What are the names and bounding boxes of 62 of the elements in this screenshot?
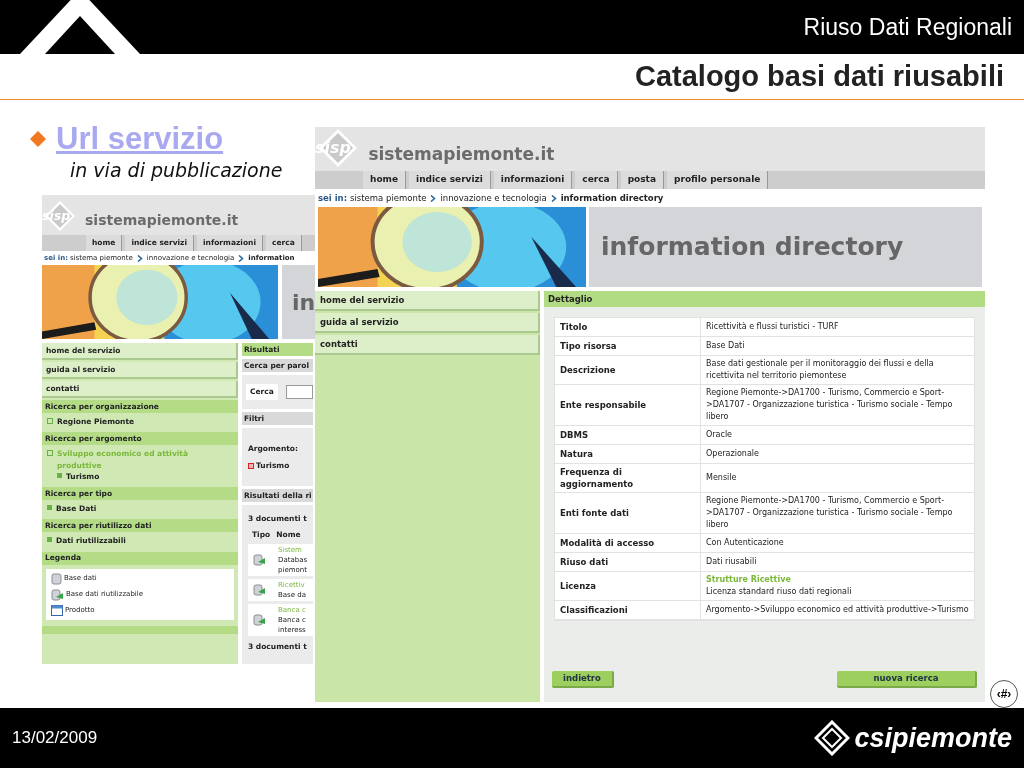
bullet-icon	[47, 505, 52, 510]
window-icon	[51, 604, 63, 616]
menu-item[interactable]: home del servizio	[315, 291, 540, 311]
row-value: Regione Piemonte->DA1700 - Turismo, Commercio e Sport->DA1707 - Organizzazione turistica - Turismo sociale - Tempo libero	[706, 387, 954, 423]
row-value: Operazionale	[706, 448, 760, 460]
chevron-icon	[430, 194, 437, 202]
footer-logo-text: csipiemonte	[854, 721, 1012, 755]
nav-button[interactable]: indietro	[552, 671, 614, 688]
row-label: Enti fonte dati	[555, 493, 701, 533]
row-value: Oracle	[706, 429, 734, 441]
breadcrumb-link[interactable]: innovazione e tecnologia	[440, 191, 547, 205]
chevron-icon	[550, 194, 557, 202]
chevron-icon	[238, 254, 245, 262]
nav-tab[interactable]: cerca	[575, 171, 618, 189]
banner-title: in	[292, 288, 315, 317]
header-title: Riuso Dati Regionali	[803, 12, 1012, 42]
menu-item[interactable]: contatti	[315, 335, 540, 355]
menu-item[interactable]: guida al servizio	[315, 313, 540, 333]
row-value: Base Dati	[706, 340, 746, 352]
nav-tab[interactable]: profilo personale	[667, 171, 769, 189]
row-value: Ricettività e flussi turistici - TURF	[706, 321, 840, 333]
remove-icon[interactable]	[248, 462, 254, 469]
row-value: Licenza standard riuso dati regionali	[706, 586, 853, 598]
bullet-icon	[47, 537, 52, 543]
row-label: Frequenza di aggiornamento	[555, 464, 701, 492]
row-value: Mensile	[706, 472, 738, 484]
slide-title: Catalogo basi dati riusabili	[635, 58, 1004, 94]
row-value: Con Autenticazione	[706, 537, 785, 549]
row-value: Base dati gestionale per il monitoraggio dei flussi e della ricettivita nel territorio piemontese	[706, 358, 935, 382]
row-label: DBMS	[555, 426, 701, 444]
row-label: Titolo	[555, 318, 701, 336]
site-name: sistemapiemonte.it	[368, 142, 555, 166]
footer-date: 13/02/2009	[12, 727, 98, 750]
breadcrumb-label: sei in:	[318, 191, 348, 205]
search-field[interactable]	[285, 385, 313, 399]
nav-tab[interactable]: informazioni	[493, 171, 573, 189]
diamond-logo-icon	[814, 720, 851, 756]
database-icon	[51, 572, 62, 585]
site-name: sistemapiemonte.it	[85, 211, 239, 230]
row-label: Natura	[555, 445, 701, 463]
row-label: Tipo risorsa	[555, 337, 701, 355]
nav-tab[interactable]: home	[363, 171, 407, 189]
nav-button[interactable]: nuova ricerca	[837, 671, 977, 688]
row-value: Dati riusabili	[706, 556, 758, 568]
row-label: Classificazioni	[555, 601, 701, 619]
row-label: Licenza	[555, 572, 701, 600]
row-label: Riuso dati	[555, 553, 701, 571]
breadcrumb-link[interactable]: sistema piemonte	[350, 191, 427, 205]
nav-tab[interactable]: indice servizi	[409, 171, 491, 189]
bullet-icon	[57, 472, 62, 478]
nav-tab[interactable]: posta	[620, 171, 664, 189]
row-label: Descrizione	[555, 356, 701, 384]
bullet-note: in via di pubblicazione	[70, 158, 283, 183]
row-value: Argomento->Sviluppo economico ed attività produttive->Turismo	[706, 604, 969, 616]
chevron-icon	[136, 254, 143, 262]
row-value: Regione Piemonte->DA1700 - Turismo, Commercio e Sport->DA1707 - Organizzazione turistica - Turismo sociale - Tempo libero	[706, 495, 954, 531]
panel-header: Dettaglio	[544, 291, 985, 307]
row-label: Ente responsabile	[555, 385, 701, 425]
breadcrumb-link[interactable]: information directory	[560, 191, 664, 205]
diamond-bullet-icon	[30, 131, 46, 147]
banner-title: information directory	[601, 231, 904, 264]
row-label: Modalità di accesso	[555, 534, 701, 552]
